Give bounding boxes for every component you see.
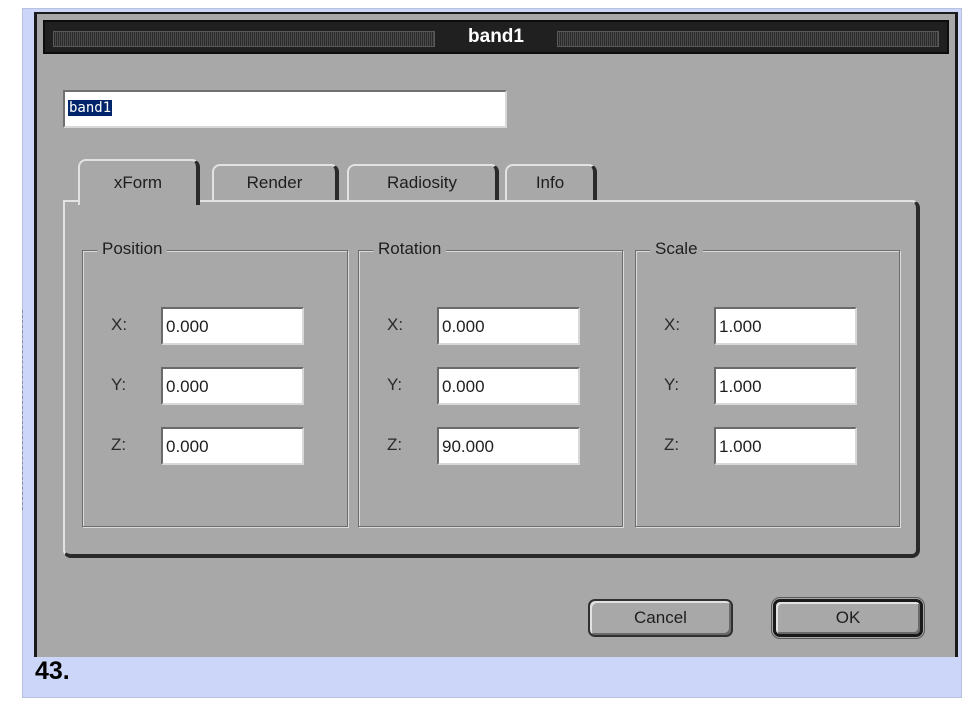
position-y-row: Y: 0.000 [83,367,347,405]
position-z-input[interactable]: 0.000 [161,427,304,465]
tab-info[interactable]: Info [505,164,597,200]
axis-label-z: Z: [664,435,680,454]
position-group: Position X: 0.000 Y: 0.000 Z: 0.000 [82,239,348,527]
position-z-row: Z: 0.000 [83,427,347,465]
axis-label-x: X: [387,315,404,334]
axis-label-y: Y: [387,375,403,394]
axis-label-x: X: [111,315,128,334]
rotation-x-input[interactable]: 0.000 [437,307,580,345]
rotation-x-row: X: 0.000 [359,307,622,345]
tab-render[interactable]: Render [212,164,339,200]
rotation-z-input[interactable]: 90.000 [437,427,580,465]
xform-panel: Position X: 0.000 Y: 0.000 Z: 0.000 Rota… [63,200,920,558]
title-bar[interactable]: band1 [43,20,949,54]
axis-label-y: Y: [664,375,680,394]
name-selection: band1 [68,100,113,116]
scale-x-row: X: 1.000 [636,307,899,345]
axis-label-y: Y: [111,375,127,394]
title-stripes-right [557,31,939,47]
position-x-input[interactable]: 0.000 [161,307,304,345]
figure-caption: 43. [35,657,70,685]
window-title: band1 [458,26,534,48]
group-label-scale: Scale [650,239,703,259]
scale-group: Scale X: 1.000 Y: 1.000 Z: 1.000 [635,239,900,527]
rotation-y-row: Y: 0.000 [359,367,622,405]
scale-z-row: Z: 1.000 [636,427,899,465]
title-stripes-left [53,31,435,47]
group-label-rotation: Rotation [373,239,447,259]
cancel-button[interactable]: Cancel [588,599,733,637]
position-y-input[interactable]: 0.000 [161,367,304,405]
properties-dialog: band1 band1 xForm Render Radiosity Info … [34,12,958,657]
scale-y-input[interactable]: 1.000 [714,367,857,405]
tab-xform[interactable]: xForm [78,159,200,205]
rotation-z-row: Z: 90.000 [359,427,622,465]
ok-button[interactable]: OK [771,597,925,639]
rotation-y-input[interactable]: 0.000 [437,367,580,405]
axis-label-x: X: [664,315,681,334]
axis-label-z: Z: [387,435,403,454]
rotation-group: Rotation X: 0.000 Y: 0.000 Z: 90.000 [358,239,623,527]
group-label-position: Position [97,239,168,259]
scale-z-input[interactable]: 1.000 [714,427,857,465]
axis-label-z: Z: [111,435,127,454]
scale-y-row: Y: 1.000 [636,367,899,405]
tab-radiosity[interactable]: Radiosity [347,164,499,200]
position-x-row: X: 0.000 [83,307,347,345]
object-name-input[interactable]: band1 [63,90,507,128]
scale-x-input[interactable]: 1.000 [714,307,857,345]
